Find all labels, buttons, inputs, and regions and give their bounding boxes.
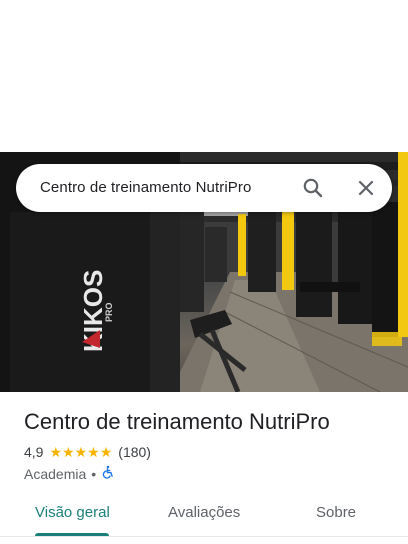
rating-stars: ★ ★ ★ ★ ★ bbox=[49, 444, 112, 460]
category-row: Academia • bbox=[24, 465, 115, 482]
star-icon: ★ bbox=[62, 444, 75, 460]
star-icon: ★ bbox=[99, 444, 113, 460]
search-input[interactable]: Centro de treinamento NutriPro bbox=[40, 179, 251, 196]
separator-dot: • bbox=[91, 465, 97, 482]
wheelchair-accessible-icon bbox=[101, 465, 115, 482]
place-category: Academia bbox=[24, 465, 87, 482]
brand-logo-subtext: PRO bbox=[104, 302, 114, 322]
review-count[interactable]: (180) bbox=[118, 444, 151, 460]
search-icon[interactable] bbox=[301, 176, 325, 200]
place-title: Centro de treinamento NutriPro bbox=[24, 409, 330, 434]
map-area-blank bbox=[0, 0, 408, 152]
place-tabs: Visão geral Avaliações Sobre bbox=[0, 490, 408, 540]
rating-row[interactable]: 4,9 ★ ★ ★ ★ ★ (180) bbox=[24, 444, 151, 460]
star-icon: ★ bbox=[74, 444, 88, 460]
tab-reviews[interactable]: Avaliações bbox=[168, 504, 240, 521]
star-icon: ★ bbox=[87, 444, 100, 460]
tabs-divider bbox=[0, 536, 408, 537]
search-bar[interactable]: Centro de treinamento NutriPro bbox=[16, 164, 392, 212]
tab-about[interactable]: Sobre bbox=[316, 504, 356, 521]
tab-overview[interactable]: Visão geral bbox=[35, 504, 110, 521]
close-icon[interactable] bbox=[354, 176, 378, 200]
rating-value: 4,9 bbox=[24, 444, 44, 460]
star-icon: ★ bbox=[49, 444, 63, 460]
